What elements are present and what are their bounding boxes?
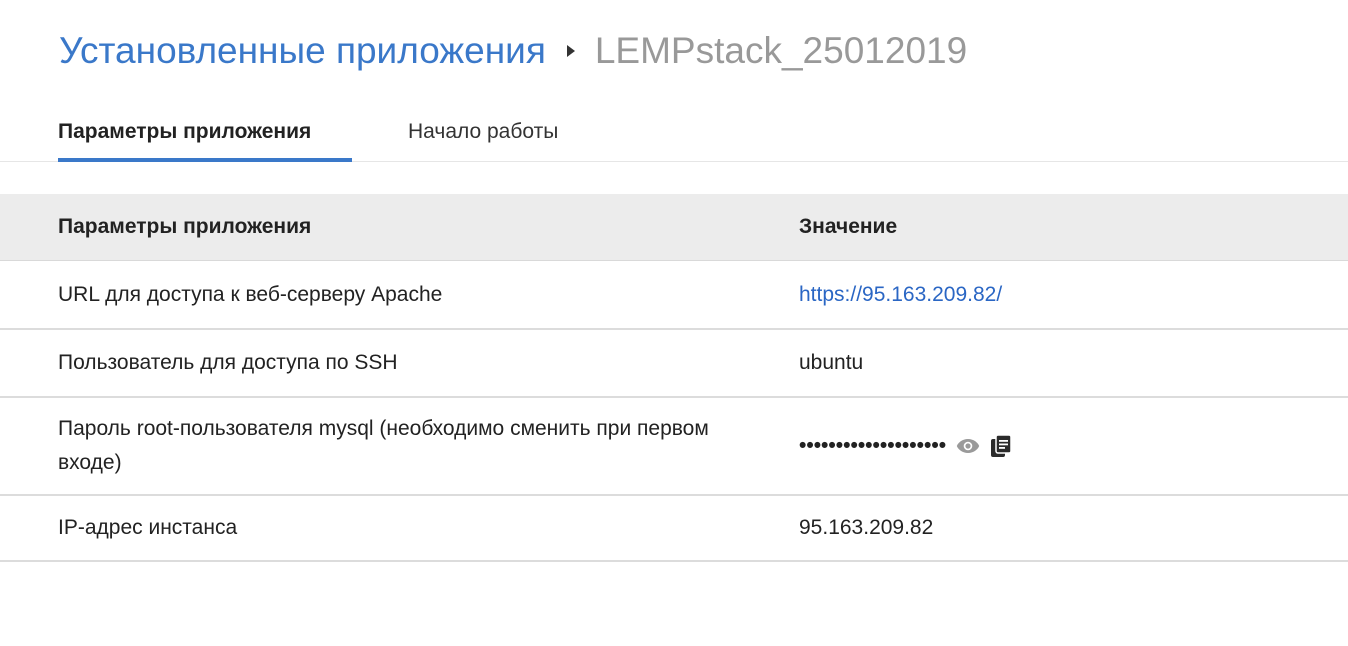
param-label-ssh-user: Пользователь для доступа по SSH [58,351,398,374]
tab-getting-started-label: Начало работы [408,120,559,143]
tab-getting-started[interactable]: Начало работы [408,104,558,161]
param-label-apache-url: URL для доступа к веб-серверу Apache [58,282,443,306]
page-title: LEMPstack_25012019 [594,30,968,71]
param-label-instance-ip: IP-адрес инстанса [58,516,238,539]
active-tab-indicator [58,158,352,162]
apache-url-link[interactable]: https://95.163.209.82/ [799,283,1002,307]
breadcrumb-separator-icon [566,45,575,57]
tab-bar: Параметры приложения Начало работы [0,104,1348,162]
breadcrumb: Установленные приложения LEMPstack_25012… [59,28,967,74]
tab-app-parameters-label: Параметры приложения [58,120,312,143]
table-row: Пользователь для доступа по SSH ubuntu [0,330,1348,398]
table-row: IP-адрес инстанса 95.163.209.82 [0,496,1348,562]
column-header-parameter: Параметры приложения [58,215,312,238]
table-header: Параметры приложения Значение [0,194,1348,261]
column-header-value: Значение [799,215,898,238]
param-label-mysql-password: Пароль root-пользователя mysql (необходи… [58,417,709,474]
table-row: URL для доступа к веб-серверу Apache htt… [0,261,1348,330]
app-parameters-table: Параметры приложения Значение URL для до… [0,194,1348,562]
instance-ip-value: 95.163.209.82 [799,516,934,539]
tab-app-parameters[interactable]: Параметры приложения [58,104,352,162]
ssh-user-value: ubuntu [799,351,864,374]
copy-icon[interactable] [990,434,1012,458]
value-cell: •••••••••••••••••••• [799,398,1012,494]
breadcrumb-installed-apps-link[interactable]: Установленные приложения [59,30,546,72]
table-row: Пароль root-пользователя mysql (необходи… [0,398,1348,496]
mysql-password-masked: •••••••••••••••••••• [799,434,947,457]
eye-icon[interactable] [956,436,980,456]
value-cell: https://95.163.209.82/ [799,261,1002,328]
